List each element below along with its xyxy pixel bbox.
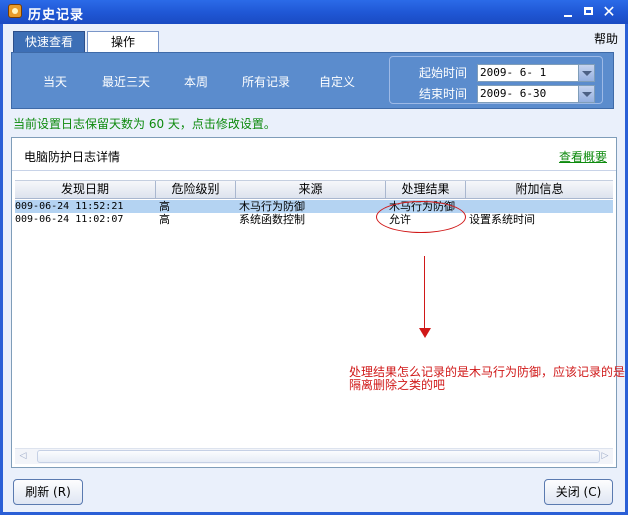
- range-this-week[interactable]: 本周: [184, 73, 208, 90]
- range-last-three-days[interactable]: 最近三天: [102, 73, 150, 90]
- cell-level: 高: [159, 213, 170, 226]
- maximize-button[interactable]: [581, 5, 597, 19]
- start-date-picker[interactable]: 2009- 6- 1: [477, 64, 595, 82]
- view-summary-link[interactable]: 查看概要: [559, 148, 607, 165]
- content-area: 帮助 快速查看 操作 当天 最近三天 本周 所有记录 自定义 起始时间 2009…: [3, 24, 625, 512]
- cell-source: 系统函数控制: [239, 213, 305, 226]
- date-range-box: 起始时间 2009- 6- 1 结束时间 2009- 6-30: [389, 56, 603, 104]
- scroll-right-icon[interactable]: ▷: [599, 451, 611, 462]
- close-window-button[interactable]: ✕: [601, 4, 617, 20]
- column-header-extra[interactable]: 附加信息: [466, 181, 613, 199]
- annotation-arrow-line: [424, 256, 425, 330]
- range-today[interactable]: 当天: [43, 73, 67, 90]
- log-panel-title: 电脑防护日志详情: [24, 150, 121, 164]
- annotation-note: 处理结果怎么记录的是木马行为防御，应该记录的是隔离删除之类的吧: [349, 365, 626, 392]
- cell-extra: 设置系统时间: [469, 213, 535, 226]
- start-time-label: 起始时间: [419, 66, 468, 80]
- chevron-down-icon[interactable]: [578, 86, 594, 102]
- scroll-left-icon[interactable]: ◁: [17, 451, 29, 462]
- log-panel: 电脑防护日志详情 查看概要 发现日期 危险级别 来源 处理结果 附加信息 009…: [11, 137, 617, 468]
- log-retention-notice[interactable]: 当前设置日志保留天数为 60 天，点击修改设置。: [13, 115, 276, 132]
- annotation-ellipse: [376, 201, 466, 233]
- end-date-picker[interactable]: 2009- 6-30: [477, 85, 595, 103]
- history-window: 历史记录 ✕ 帮助 快速查看 操作 当天 最近三天 本周 所有记录 自定义 起始…: [0, 0, 628, 515]
- end-time-label: 结束时间: [419, 87, 468, 101]
- cell-source: 木马行为防御: [239, 200, 305, 213]
- cell-level: 高: [159, 200, 170, 213]
- range-all-records[interactable]: 所有记录: [242, 73, 290, 90]
- horizontal-scrollbar[interactable]: ◁ ▷: [15, 448, 613, 464]
- start-date-value: 2009- 6- 1: [480, 66, 547, 79]
- title-bar: 历史记录 ✕: [0, 0, 628, 24]
- table-row[interactable]: 009-06-24 11:52:21 高 木马行为防御 木马行为防御: [15, 200, 613, 213]
- help-link[interactable]: 帮助: [594, 30, 618, 47]
- tab-operations[interactable]: 操作: [87, 31, 159, 52]
- minimize-button[interactable]: [560, 5, 576, 19]
- divider: [12, 170, 616, 171]
- column-header-result[interactable]: 处理结果: [386, 181, 466, 199]
- app-shield-icon: [8, 4, 22, 18]
- window-title: 历史记录: [28, 8, 85, 23]
- table-row[interactable]: 009-06-24 11:02:07 高 系统函数控制 允许 设置系统时间: [15, 213, 613, 226]
- column-header-date[interactable]: 发现日期: [15, 181, 156, 199]
- close-button[interactable]: 关闭 (C): [544, 479, 613, 505]
- column-header-source[interactable]: 来源: [236, 181, 386, 199]
- cell-date: 009-06-24 11:02:07: [15, 214, 124, 225]
- arrow-down-icon: [419, 328, 431, 338]
- end-date-value: 2009- 6-30: [480, 87, 547, 100]
- column-header-level[interactable]: 危险级别: [156, 181, 236, 199]
- range-custom[interactable]: 自定义: [319, 73, 355, 90]
- scroll-thumb[interactable]: [37, 450, 600, 463]
- filter-panel: 当天 最近三天 本周 所有记录 自定义 起始时间 2009- 6- 1 结束时间…: [11, 52, 614, 109]
- chevron-down-icon[interactable]: [578, 65, 594, 81]
- tab-quick-view[interactable]: 快速查看: [13, 31, 85, 52]
- refresh-button[interactable]: 刷新 (R): [13, 479, 83, 505]
- table-header: 发现日期 危险级别 来源 处理结果 附加信息: [15, 180, 613, 199]
- cell-date: 009-06-24 11:52:21: [15, 201, 124, 212]
